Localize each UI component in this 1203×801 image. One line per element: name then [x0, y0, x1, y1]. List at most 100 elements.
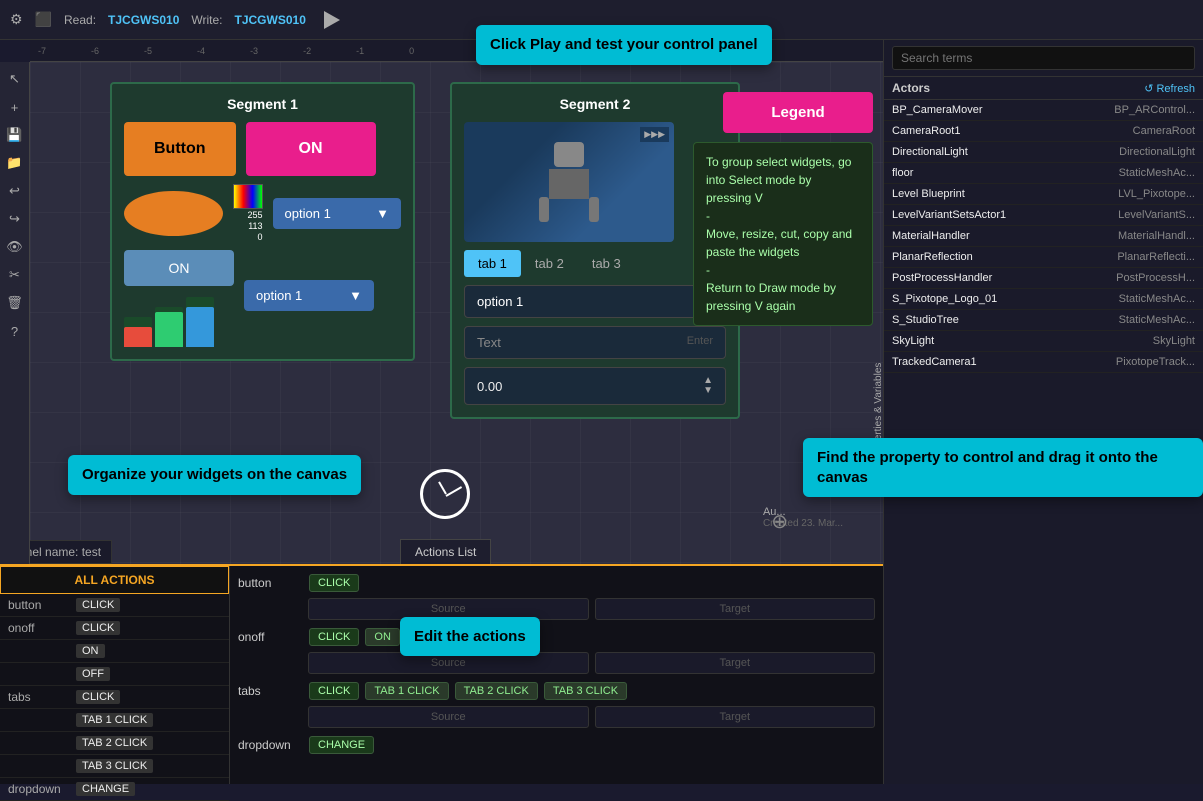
refresh-button[interactable]: ↺ Refresh — [1144, 82, 1195, 95]
left-toolbar: ↖ + 💾 📁 ↩ ↪ 👁 ✂ 🗑 ? — [0, 62, 30, 564]
editor-widget-tabs: tabs — [238, 684, 303, 698]
action-tag-change[interactable]: CHANGE — [76, 782, 135, 796]
actor-row[interactable]: PlanarReflection PlanarReflecti... — [884, 247, 1203, 268]
cursor-tool[interactable]: ↖ — [3, 67, 27, 91]
action-tag-tab3[interactable]: TAB 3 CLICK — [76, 759, 153, 773]
editor-btn-tab2[interactable]: TAB 2 CLICK — [455, 682, 538, 700]
robot-body — [549, 169, 589, 199]
widget-text-input[interactable]: Text Enter — [464, 326, 726, 359]
spin-down[interactable]: ▼ — [703, 386, 713, 396]
widget-on-2[interactable]: ON — [124, 250, 234, 286]
actor-row[interactable]: SkyLight SkyLight — [884, 331, 1203, 352]
widget-ellipse — [124, 191, 223, 236]
tooltip-play: Click Play and test your control panel — [476, 25, 772, 65]
actor-row[interactable]: CameraRoot1 CameraRoot — [884, 121, 1203, 142]
action-tag-click[interactable]: CLICK — [76, 598, 120, 612]
action-name-onoff: onoff — [8, 621, 68, 635]
all-actions-panel: ALL ACTIONS button CLICK onoff CLICK ON … — [0, 566, 230, 784]
segment-1: Segment 1 Button ON 255 113 0 option 1 ▼ — [110, 82, 415, 361]
robot-arm-right — [589, 197, 599, 222]
widget-image: ▶▶▶ — [464, 122, 674, 242]
actors-header: Actors ↺ Refresh — [884, 77, 1203, 100]
eye-tool[interactable]: 👁 — [3, 235, 27, 259]
editor-row-tabs: tabs CLICK TAB 1 CLICK TAB 2 CLICK TAB 3… — [238, 682, 875, 700]
action-editor: button CLICK Source Target onoff CLICK O… — [230, 566, 883, 784]
legend-box: Legend — [723, 92, 873, 133]
actor-row[interactable]: BP_CameraMover BP_ARControl... — [884, 100, 1203, 121]
tooltip-find-property: Find the property to control and drag it… — [803, 438, 1203, 497]
tooltip-organize: Organize your widgets on the canvas — [68, 455, 361, 495]
editor-target-tabs[interactable]: Target — [595, 706, 876, 728]
action-tag-onoff-click[interactable]: CLICK — [76, 621, 120, 635]
editor-btn-click-onoff[interactable]: CLICK — [309, 628, 359, 646]
save-tool[interactable]: 💾 — [3, 123, 27, 147]
editor-widget-button: button — [238, 576, 303, 590]
folder-tool[interactable]: 📁 — [3, 151, 27, 175]
action-tag-off[interactable]: OFF — [76, 667, 110, 681]
widget-number-input[interactable]: 0.00 ▲ ▼ — [464, 367, 726, 405]
ruler-tick: 0 — [409, 46, 414, 56]
ruler-tick: -4 — [197, 46, 205, 56]
action-tag-tab1[interactable]: TAB 1 CLICK — [76, 713, 153, 727]
add-tool[interactable]: + — [3, 95, 27, 119]
widget-color-picker[interactable]: 255 113 0 — [233, 184, 263, 242]
editor-btn-tab1[interactable]: TAB 1 CLICK — [365, 682, 448, 700]
widget-dropdown-seg2[interactable]: option 1 ▼ — [464, 285, 726, 318]
actor-row[interactable]: DirectionalLight DirectionalLight — [884, 142, 1203, 163]
actor-row[interactable]: Level Blueprint LVL_Pixotope... — [884, 184, 1203, 205]
color-g: 113 — [248, 221, 262, 231]
action-tag-tab2[interactable]: TAB 2 CLICK — [76, 736, 153, 750]
widget-tabs: tab 1 tab 2 tab 3 — [464, 250, 726, 277]
editor-row-dropdown: dropdown CHANGE — [238, 736, 875, 754]
widget-dropdown-2[interactable]: option 1 ▼ — [244, 280, 374, 311]
widget-bar-chart — [124, 292, 234, 347]
action-row-tabs: tabs CLICK — [0, 686, 229, 709]
editor-btn-click-button[interactable]: CLICK — [309, 574, 359, 592]
action-row-tab3: TAB 3 CLICK — [0, 755, 229, 778]
play-button[interactable] — [318, 6, 346, 34]
editor-divider-tabs: Source Target — [238, 706, 875, 728]
editor-target-button[interactable]: Target — [595, 598, 876, 620]
tab-3[interactable]: tab 3 — [578, 250, 635, 277]
actor-row[interactable]: S_Pixotope_Logo_01 StaticMeshAc... — [884, 289, 1203, 310]
editor-btn-change[interactable]: CHANGE — [309, 736, 374, 754]
undo-tool[interactable]: ↩ — [3, 179, 27, 203]
editor-source-tabs[interactable]: Source — [308, 706, 589, 728]
play-icon — [324, 11, 340, 29]
editor-widget-onoff: onoff — [238, 630, 303, 644]
editor-target-onoff[interactable]: Target — [595, 652, 876, 674]
widget-dropdown-1[interactable]: option 1 ▼ — [273, 198, 401, 229]
actors-title: Actors — [892, 81, 930, 95]
actor-row[interactable]: TrackedCamera1 PixotopeTrack... — [884, 352, 1203, 373]
help-tool[interactable]: ? — [3, 319, 27, 343]
cut-tool[interactable]: ✂ — [3, 263, 27, 287]
search-input[interactable] — [892, 46, 1195, 70]
actor-row[interactable]: floor StaticMeshAc... — [884, 163, 1203, 184]
tab-2[interactable]: tab 2 — [521, 250, 578, 277]
editor-btn-tab3[interactable]: TAB 3 CLICK — [544, 682, 627, 700]
trash-tool[interactable]: 🗑 — [3, 291, 27, 315]
ruler-tick: -7 — [38, 46, 46, 56]
actor-row[interactable]: LevelVariantSetsActor1 LevelVariantS... — [884, 205, 1203, 226]
clock-minute-hand — [446, 486, 463, 497]
widget-button[interactable]: Button — [124, 122, 236, 176]
color-r: 255 — [248, 210, 263, 220]
action-tag-on[interactable]: ON — [76, 644, 105, 658]
robot-arm-left — [539, 197, 549, 222]
crosshair: ⊕ — [771, 509, 788, 534]
widget-on-off[interactable]: ON — [246, 122, 376, 176]
action-tag-tabs-click[interactable]: CLICK — [76, 690, 120, 704]
actor-row[interactable]: S_StudioTree StaticMeshAc... — [884, 310, 1203, 331]
editor-btn-on[interactable]: ON — [365, 628, 400, 646]
search-bar — [884, 40, 1203, 77]
actions-list-tab[interactable]: Actions List — [400, 539, 491, 564]
actor-row[interactable]: MaterialHandler MaterialHandl... — [884, 226, 1203, 247]
actor-row[interactable]: PostProcessHandler PostProcessH... — [884, 268, 1203, 289]
redo-tool[interactable]: ↪ — [3, 207, 27, 231]
ruler-tick: -2 — [303, 46, 311, 56]
editor-row-button: button CLICK — [238, 574, 875, 592]
editor-btn-click-tabs[interactable]: CLICK — [309, 682, 359, 700]
action-row-dropdown: dropdown CHANGE — [0, 778, 229, 801]
gear-icon: ⚙ — [10, 11, 23, 28]
tab-1[interactable]: tab 1 — [464, 250, 521, 277]
